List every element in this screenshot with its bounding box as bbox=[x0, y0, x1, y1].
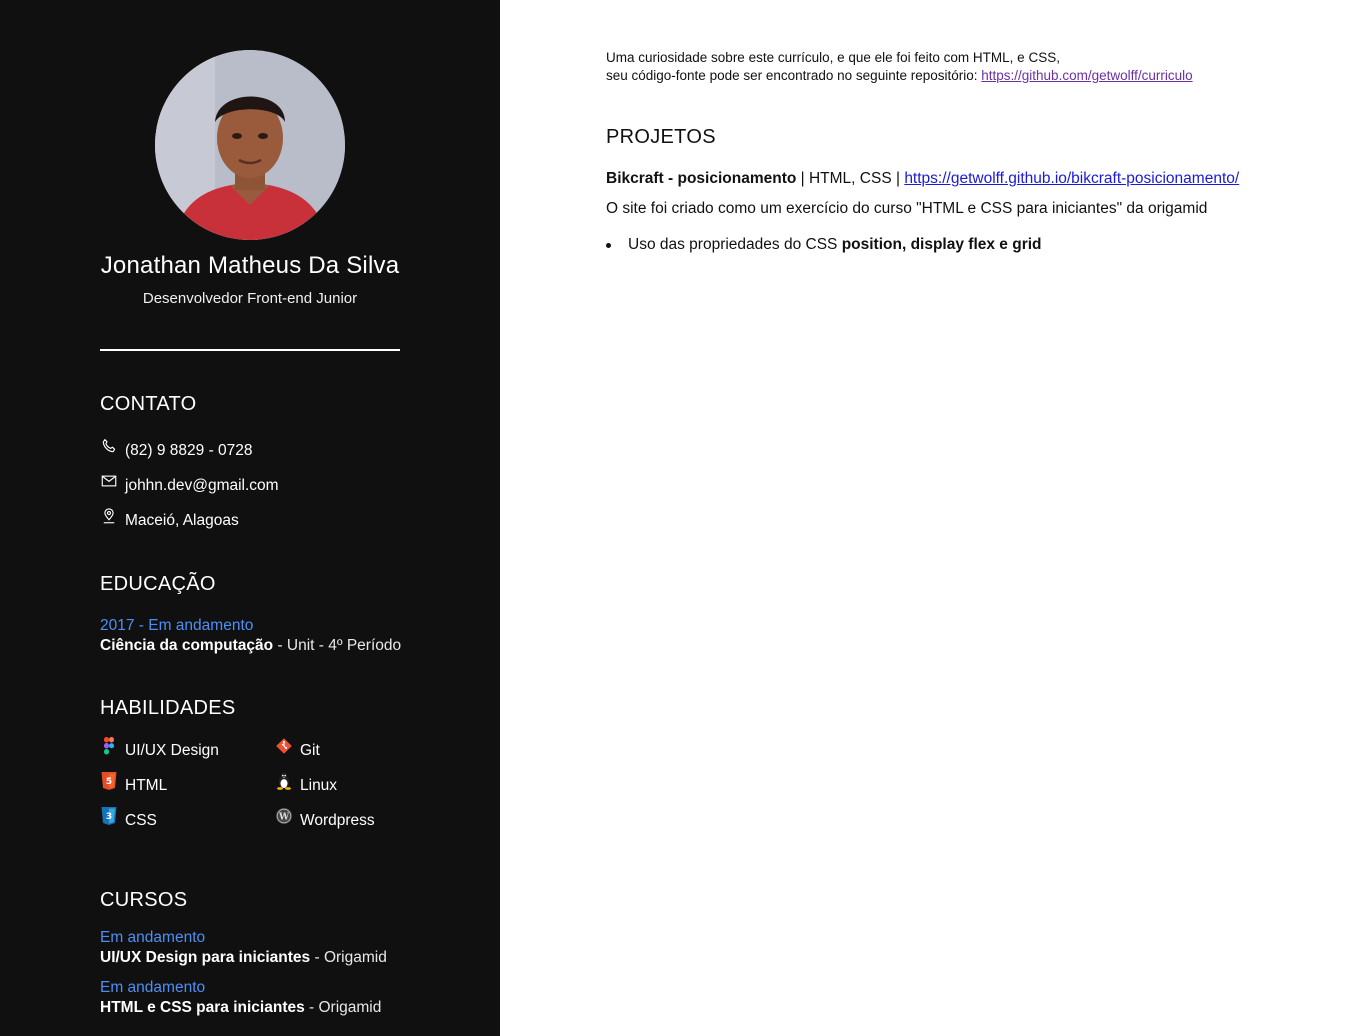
course-name: HTML e CSS para iniciantes bbox=[100, 999, 305, 1016]
source-note-text: seu código-fonte pode ser encontrado no … bbox=[606, 68, 982, 83]
course-detail: - Origamid bbox=[310, 949, 387, 966]
project-bullets: Uso das propriedades do CSS position, di… bbox=[606, 236, 1042, 254]
wordpress-icon: W bbox=[275, 806, 293, 826]
avatar bbox=[155, 50, 345, 240]
skill-label: Git bbox=[300, 742, 320, 759]
linux-icon bbox=[275, 771, 293, 791]
contact-phone-text: (82) 9 8829 - 0728 bbox=[125, 442, 253, 459]
svg-text:3: 3 bbox=[106, 812, 112, 822]
mail-icon bbox=[100, 472, 118, 490]
skills-title: HABILIDADES bbox=[100, 697, 236, 719]
education-entry: Ciência da computação - Unit - 4º Períod… bbox=[100, 637, 401, 655]
contact-email-text: johhn.dev@gmail.com bbox=[125, 477, 279, 494]
project-header: Bikcraft - posicionamento | HTML, CSS | … bbox=[606, 170, 1239, 188]
project-description: O site foi criado como um exercício do c… bbox=[606, 200, 1208, 217]
bullet-text: Uso das propriedades do CSS bbox=[628, 236, 842, 253]
svg-text:5: 5 bbox=[106, 777, 112, 787]
sidebar: Jonathan Matheus Da Silva Desenvolvedor … bbox=[0, 0, 500, 1036]
course-entry: HTML e CSS para iniciantes - Origamid bbox=[100, 999, 381, 1017]
svg-text:W: W bbox=[278, 812, 290, 822]
course-name: UI/UX Design para iniciantes bbox=[100, 949, 311, 966]
skill-item: 3 CSS bbox=[100, 807, 157, 830]
skill-item: Linux bbox=[275, 772, 338, 795]
divider bbox=[100, 349, 400, 351]
figma-icon bbox=[100, 736, 118, 756]
course-date: Em andamento bbox=[100, 979, 206, 996]
skill-item: W Wordpress bbox=[275, 808, 375, 830]
phone-icon bbox=[100, 437, 118, 455]
contact-location-text: Maceió, Alagoas bbox=[125, 512, 239, 529]
skill-label: UI/UX Design bbox=[125, 742, 219, 759]
contact-phone: (82) 9 8829 - 0728 bbox=[100, 439, 253, 460]
css3-icon: 3 bbox=[100, 806, 118, 826]
project-name: Bikcraft - posicionamento bbox=[606, 170, 797, 187]
contact-email[interactable]: johhn.dev@gmail.com bbox=[100, 475, 279, 495]
list-item: Uso das propriedades do CSS position, di… bbox=[606, 236, 1042, 254]
skill-label: Wordpress bbox=[300, 812, 375, 829]
course-entry: UI/UX Design para iniciantes - Origamid bbox=[100, 949, 387, 967]
source-note: Uma curiosidade sobre este currículo, e … bbox=[606, 49, 1193, 85]
contact-title: CONTATO bbox=[100, 393, 197, 415]
main-content: Uma curiosidade sobre este currículo, e … bbox=[500, 0, 1360, 1036]
skill-label: Linux bbox=[300, 777, 338, 794]
skill-label: CSS bbox=[125, 812, 157, 829]
education-title: EDUCAÇÃO bbox=[100, 573, 216, 595]
course-date: Em andamento bbox=[100, 929, 206, 946]
source-note-line2: seu código-fonte pode ser encontrado no … bbox=[606, 67, 1193, 85]
education-course: Ciência da computação bbox=[100, 637, 274, 654]
repository-link[interactable]: https://github.com/getwolff/curriculo bbox=[981, 68, 1192, 83]
skill-item: Git bbox=[275, 738, 320, 760]
skill-item: UI/UX Design bbox=[100, 737, 219, 760]
git-icon bbox=[275, 736, 293, 756]
education-date: 2017 - Em andamento bbox=[100, 617, 254, 634]
course-detail: - Origamid bbox=[304, 999, 382, 1016]
bullet-bold: position, display flex e grid bbox=[841, 236, 1042, 253]
education-detail: - Unit - 4º Período bbox=[273, 637, 402, 654]
html5-icon: 5 bbox=[100, 771, 118, 791]
location-icon bbox=[100, 507, 118, 525]
profile-role: Desenvolvedor Front-end Junior bbox=[142, 290, 358, 307]
projects-title: PROJETOS bbox=[606, 126, 716, 148]
project-tech: | HTML, CSS | bbox=[796, 170, 905, 187]
courses-title: CURSOS bbox=[100, 889, 188, 911]
skill-label: HTML bbox=[125, 777, 168, 794]
profile-name: Jonathan Matheus Da Silva bbox=[100, 252, 400, 279]
source-note-line1: Uma curiosidade sobre este currículo, e … bbox=[606, 50, 1060, 65]
skill-item: 5 HTML bbox=[100, 772, 168, 795]
contact-location: Maceió, Alagoas bbox=[100, 508, 239, 530]
project-link[interactable]: https://getwolff.github.io/bikcraft-posi… bbox=[904, 170, 1239, 187]
